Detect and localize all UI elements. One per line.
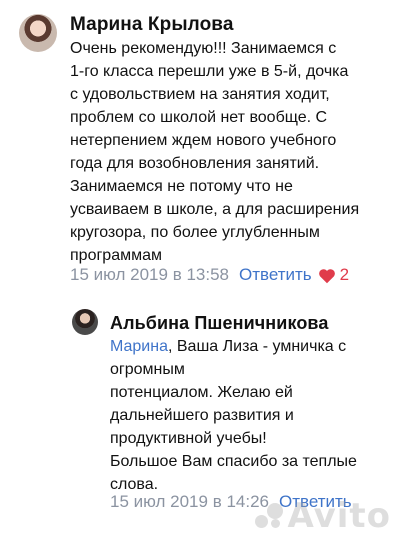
comment-line: Занимаемся не потому что не [70,178,293,195]
comment-line: потенциалом. Желаю ей [110,384,293,401]
comment-line: проблем со школой нет вообще. С [70,109,328,126]
comment-author[interactable]: Марина Крылова [70,14,233,36]
comment-line: Большое Вам спасибо за теплые [110,453,357,470]
comment-line: дальнейшего развития и [110,407,294,424]
comment-marina: Марина Крылова Очень рекомендую!!! Заним… [0,0,405,300]
watermark-text: Avito [287,496,391,536]
comment-line: с удовольствием на занятия ходит, [70,86,330,103]
reply-button[interactable]: Ответить [239,265,312,285]
comment-author[interactable]: Альбина Пшеничникова [110,313,328,334]
avito-logo-icon [255,503,285,529]
comment-line: продуктивной учебы! [110,430,267,447]
comment-meta: 15 июл 2019 в 13:58 Ответить 2 [70,265,349,285]
comment-text: Очень рекомендую!!! Занимаемся с 1-го кл… [70,37,359,267]
avatar[interactable] [19,14,57,52]
avito-watermark: Avito [255,496,391,536]
comment-line: кругозора, по более углубленным [70,224,320,241]
comment-line: 1-го класса перешли уже в 5-й, дочка [70,63,349,80]
like-count: 2 [339,265,350,284]
avatar[interactable] [72,309,98,335]
comment-date: 15 июл 2019 в 14:26 [110,492,269,511]
comment-line: усваиваем в школе, а для расширения [70,201,360,218]
comment-line: года для возобновления занятий. [70,155,320,172]
comment-line: нетерпением ждем нового учебного [70,132,337,149]
comment-line: огромным [110,361,185,378]
comment-line: программам [70,247,162,264]
heart-icon[interactable] [318,268,336,284]
mention-link[interactable]: Марина [110,338,168,355]
comment-date: 15 июл 2019 в 13:58 [70,265,229,284]
comment-line: Марина, Ваша Лиза - умничка с [110,335,357,358]
comment-text: Марина, Ваша Лиза - умничка с огромным п… [110,335,357,496]
comment-line: Очень рекомендую!!! Занимаемся с [70,40,337,57]
comment-line-rest: , Ваша Лиза - умничка с [167,338,347,355]
